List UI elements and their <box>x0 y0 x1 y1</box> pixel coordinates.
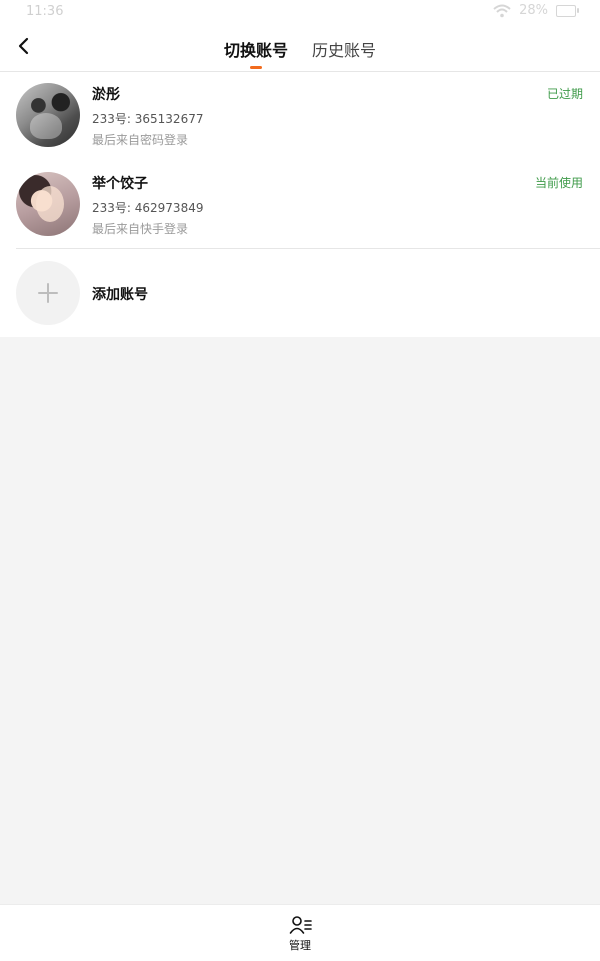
account-tabs: 切换账号 历史账号 <box>0 24 600 71</box>
battery-percentage: 28% <box>519 3 548 18</box>
add-account-button[interactable]: 添加账号 <box>0 261 600 325</box>
plus-icon <box>38 283 58 303</box>
add-account-avatar <box>16 261 80 325</box>
account-name: 淤彤 <box>92 87 120 103</box>
account-login-source: 最后来自快手登录 <box>92 222 189 236</box>
account-login-source: 最后来自密码登录 <box>92 133 189 147</box>
status-indicators: 28% <box>493 3 579 18</box>
header: 切换账号 历史账号 <box>0 24 600 72</box>
bottom-bar: 管理 <box>0 904 600 961</box>
user-list-icon <box>289 916 312 934</box>
account-status: 当前使用 <box>534 176 583 190</box>
status-time: 11:36 <box>26 4 64 19</box>
add-account-label: 添加账号 <box>92 287 148 303</box>
account-uid: 233号: 365132677 <box>92 112 204 126</box>
tab-switch-account[interactable]: 切换账号 <box>224 37 288 61</box>
avatar <box>16 172 80 236</box>
manage-label: 管理 <box>289 939 311 952</box>
account-status: 已过期 <box>546 87 583 101</box>
tab-history-account[interactable]: 历史账号 <box>312 37 376 61</box>
account-uid: 233号: 462973849 <box>92 201 204 215</box>
account-list: 淤彤 233号: 365132677 最后来自密码登录 已过期 举个饺子 233… <box>0 72 600 337</box>
wifi-icon <box>493 4 511 17</box>
status-bar: 11:36 28% <box>0 0 600 24</box>
avatar <box>16 83 80 147</box>
divider <box>16 248 600 249</box>
battery-icon <box>556 4 579 17</box>
account-item[interactable]: 举个饺子 233号: 462973849 最后来自快手登录 当前使用 <box>0 172 600 260</box>
manage-button[interactable]: 管理 <box>282 915 318 957</box>
active-tab-indicator <box>250 66 262 69</box>
account-item[interactable]: 淤彤 233号: 365132677 最后来自密码登录 已过期 <box>0 83 600 171</box>
account-name: 举个饺子 <box>92 176 148 192</box>
